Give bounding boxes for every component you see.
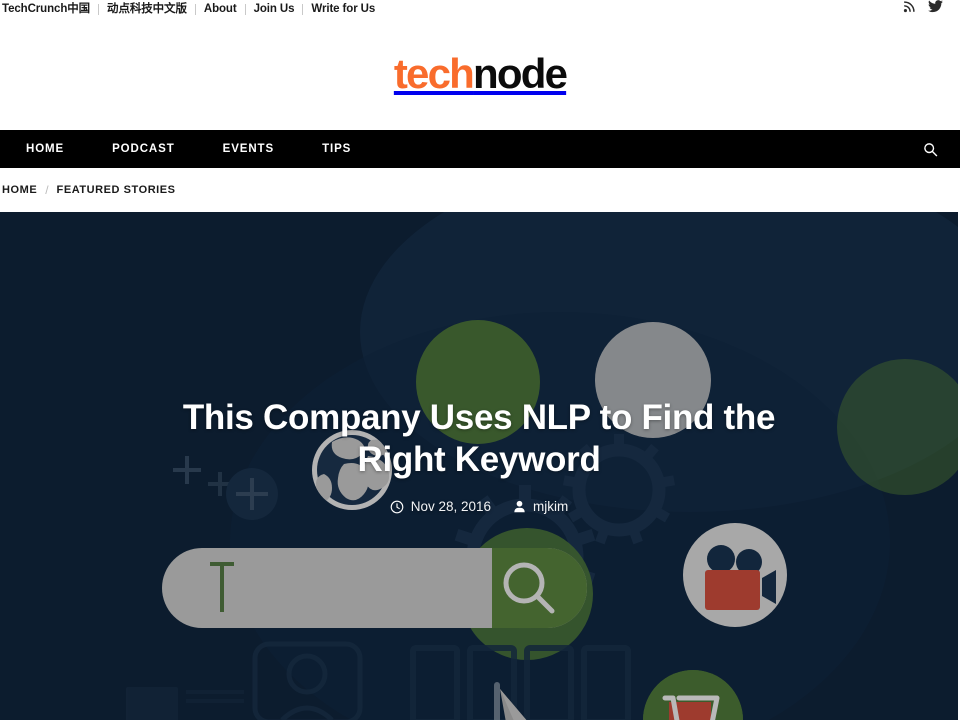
nav-item-events[interactable]: EVENTS [199,130,298,168]
search-button[interactable] [918,137,942,161]
hero-title: This Company Uses NLP to Find the Right … [182,398,776,479]
nav-items: HOME PODCAST EVENTS TIPS [0,130,375,168]
hero-date: Nov 28, 2016 [390,499,491,514]
clock-icon [390,500,404,513]
topbar-link-technode-chinese[interactable]: 动点科技中文版 [99,0,195,18]
nav-item-tips[interactable]: TIPS [298,130,375,168]
breadcrumb: HOME / FEATURED STORIES [0,168,960,212]
topbar-link-techcrunch-china[interactable]: TechCrunch中国 [0,0,98,18]
topbar-link-write-for-us[interactable]: Write for Us [303,0,383,18]
logo-band: technode [0,18,960,130]
hero-author-text: mjkim [533,499,569,514]
nav-item-home[interactable]: HOME [0,130,88,168]
topbar-link-about[interactable]: About [196,0,245,18]
breadcrumb-item-current: FEATURED STORIES [56,184,176,196]
hero-author: mjkim [513,499,568,514]
breadcrumb-separator: / [45,183,49,197]
topbar-links: TechCrunch中国 动点科技中文版 About Join Us Write… [0,0,383,18]
logo-text-tech: tech [393,50,475,97]
top-utility-bar: TechCrunch中国 动点科技中文版 About Join Us Write… [0,0,960,18]
rss-icon[interactable] [903,0,916,18]
user-icon [514,500,525,513]
twitter-icon[interactable] [928,0,943,18]
logo-text-node: node [473,50,568,97]
main-navigation: HOME PODCAST EVENTS TIPS [0,130,960,168]
hero-meta: Nov 28, 2016 mjkim [390,499,568,514]
topbar-social-links [903,0,946,18]
site-logo[interactable]: technode [393,50,568,97]
hero-content: This Company Uses NLP to Find the Right … [0,212,958,720]
topbar-link-join-us[interactable]: Join Us [246,0,303,18]
hero-date-text: Nov 28, 2016 [410,499,492,514]
hero-banner: This Company Uses NLP to Find the Right … [0,212,958,720]
search-icon [923,142,937,156]
nav-item-podcast[interactable]: PODCAST [88,130,199,168]
breadcrumb-item-home[interactable]: HOME [2,184,37,196]
